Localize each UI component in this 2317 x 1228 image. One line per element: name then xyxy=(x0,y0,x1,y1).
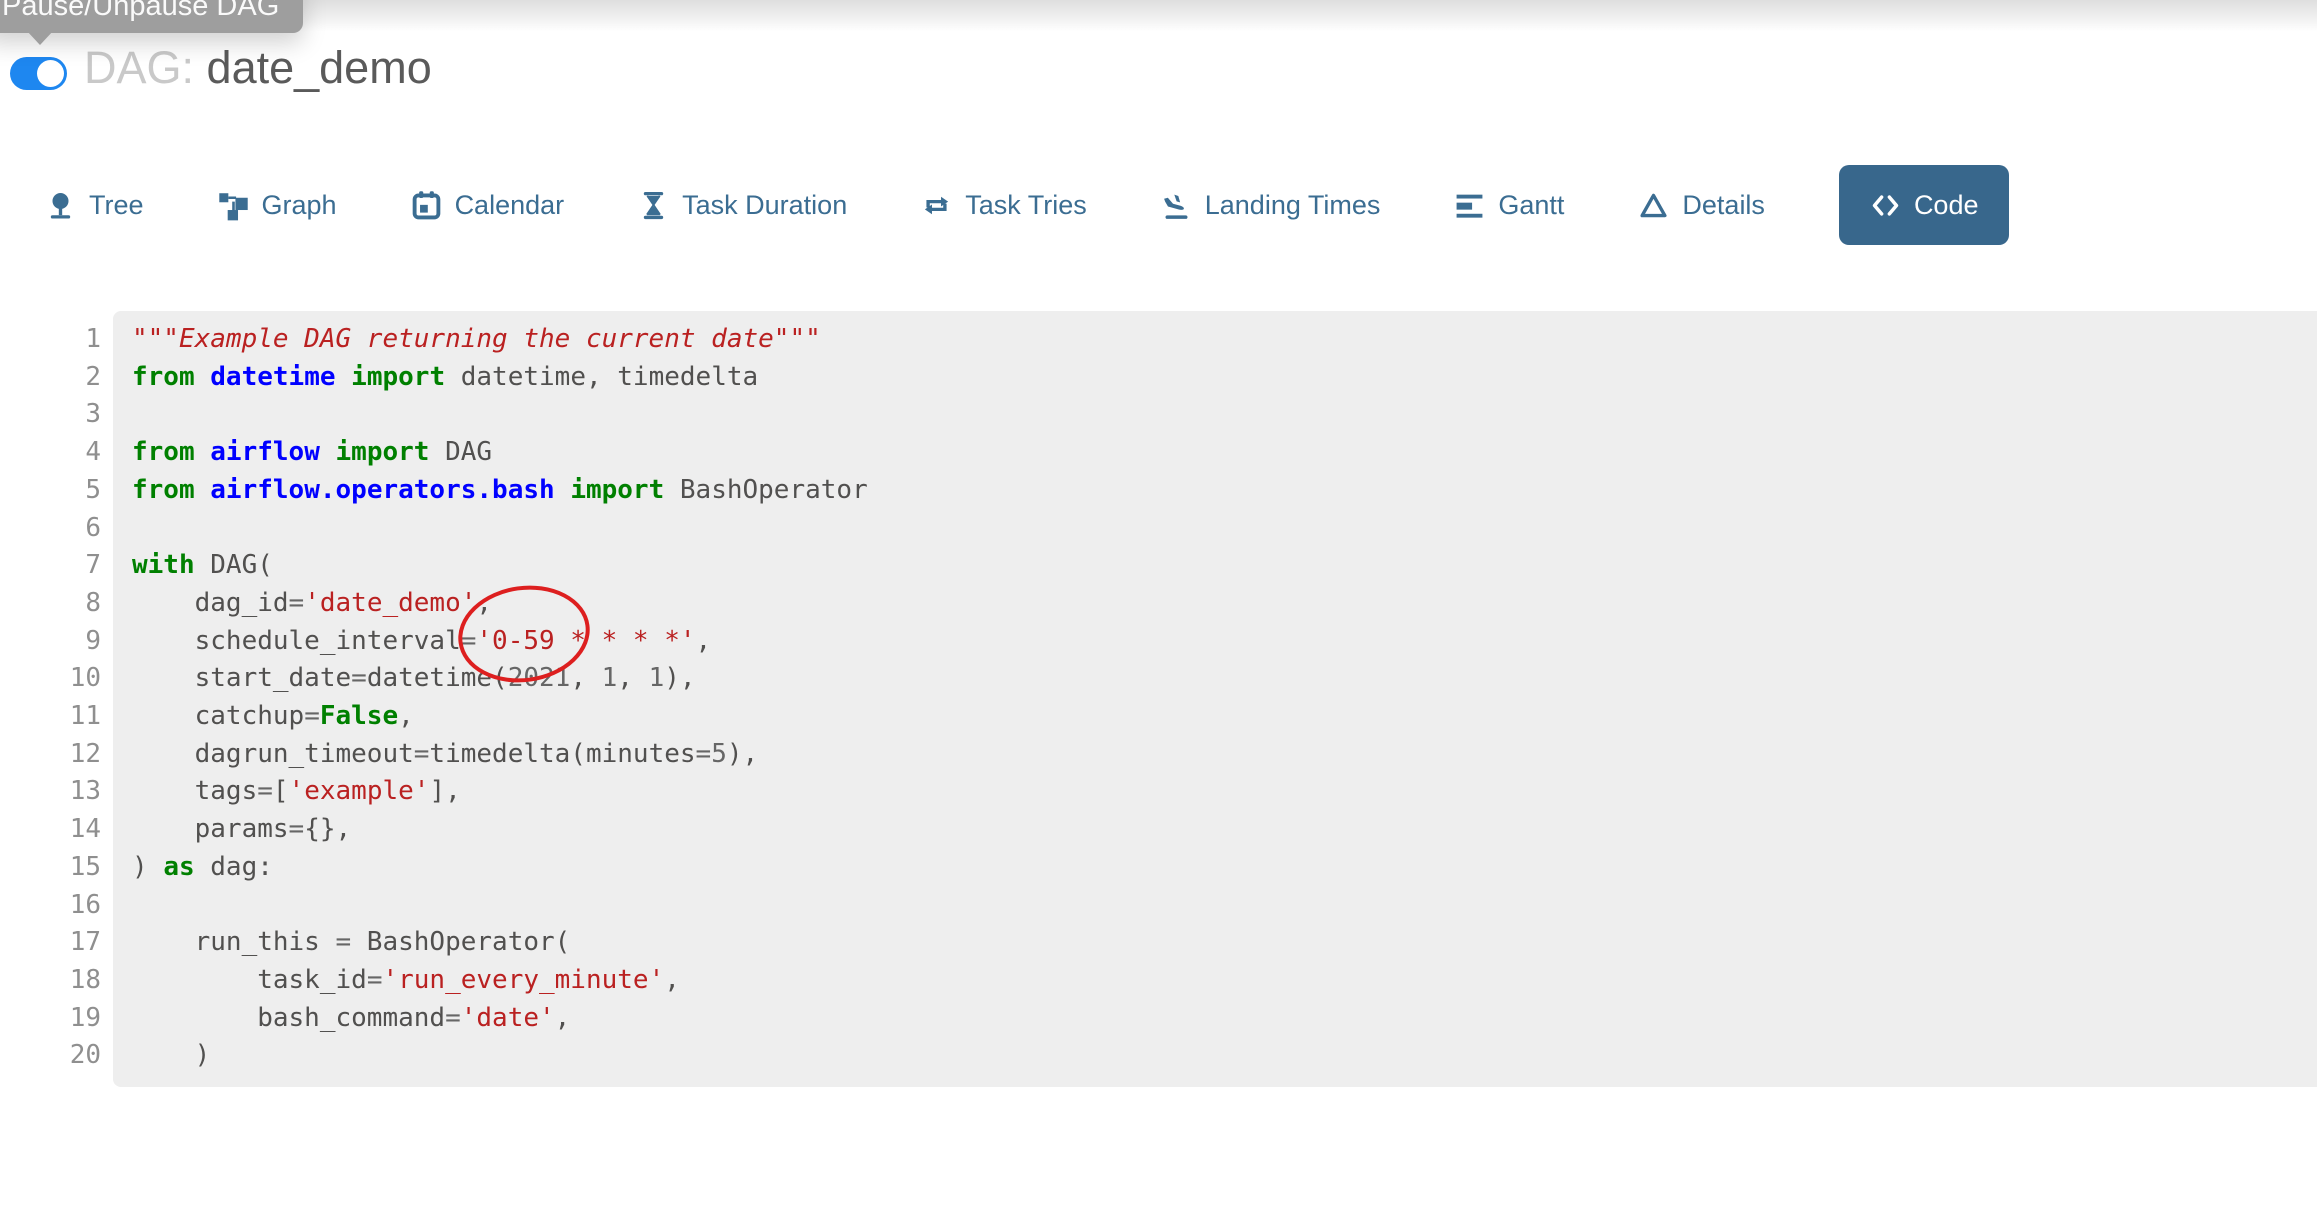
code-brackets-icon xyxy=(1870,190,1901,221)
line-number: 3 xyxy=(0,396,101,434)
tab-task-tries[interactable]: Task Tries xyxy=(921,190,1087,221)
line-number: 20 xyxy=(0,1037,101,1075)
line-number: 5 xyxy=(0,472,101,510)
tab-label: Code xyxy=(1914,190,1979,221)
tab-label: Details xyxy=(1682,190,1765,221)
toggle-knob-icon xyxy=(37,60,64,87)
calendar-icon xyxy=(411,190,442,221)
triangle-icon xyxy=(1638,190,1669,221)
code-line: from airflow import DAG xyxy=(132,434,2317,472)
tab-label: Task Duration xyxy=(682,190,847,221)
line-number: 11 xyxy=(0,698,101,736)
line-number: 14 xyxy=(0,811,101,849)
code-line xyxy=(132,510,2317,548)
code-line xyxy=(132,396,2317,434)
code-line: start_date=datetime(2021, 1, 1), xyxy=(132,660,2317,698)
code-line: dag_id='date_demo', xyxy=(132,585,2317,623)
code-line: catchup=False, xyxy=(132,698,2317,736)
dag-source-code: """Example DAG returning the current dat… xyxy=(113,311,2317,1087)
tab-graph[interactable]: Graph xyxy=(218,190,337,221)
tab-task-duration[interactable]: Task Duration xyxy=(638,190,847,221)
tab-label: Task Tries xyxy=(965,190,1087,221)
tab-gantt[interactable]: Gantt xyxy=(1454,190,1564,221)
line-number: 16 xyxy=(0,887,101,925)
pause-unpause-toggle[interactable] xyxy=(10,57,67,90)
line-number: 2 xyxy=(0,359,101,397)
line-number: 6 xyxy=(0,510,101,548)
line-number: 4 xyxy=(0,434,101,472)
tab-details[interactable]: Details xyxy=(1638,190,1765,221)
line-number: 10 xyxy=(0,660,101,698)
code-line: run_this = BashOperator( xyxy=(132,924,2317,962)
line-number: 12 xyxy=(0,736,101,774)
code-line: from datetime import datetime, timedelta xyxy=(132,359,2317,397)
code-line xyxy=(132,887,2317,925)
plane-landing-icon xyxy=(1161,190,1192,221)
tab-landing-times[interactable]: Landing Times xyxy=(1161,190,1381,221)
page-title: DAG: date_demo xyxy=(84,42,432,94)
graph-icon xyxy=(218,190,249,221)
line-number: 13 xyxy=(0,773,101,811)
hourglass-icon xyxy=(638,190,669,221)
tooltip-arrow xyxy=(26,30,54,45)
top-gradient xyxy=(0,0,2317,32)
code-line: schedule_interval='0-59 * * * *', xyxy=(132,623,2317,661)
line-number: 19 xyxy=(0,1000,101,1038)
line-numbers: 1234567891011121314151617181920 xyxy=(0,311,101,1087)
tab-code[interactable]: Code xyxy=(1839,165,2010,245)
line-number: 8 xyxy=(0,585,101,623)
line-number: 17 xyxy=(0,924,101,962)
line-number: 1 xyxy=(0,321,101,359)
dag-name: date_demo xyxy=(207,42,432,93)
code-line: ) xyxy=(132,1037,2317,1075)
code-viewer: 1234567891011121314151617181920 """Examp… xyxy=(0,311,2317,1087)
line-number: 15 xyxy=(0,849,101,887)
repeat-icon xyxy=(921,190,952,221)
code-line: dagrun_timeout=timedelta(minutes=5), xyxy=(132,736,2317,774)
tree-icon xyxy=(45,190,76,221)
code-line: bash_command='date', xyxy=(132,1000,2317,1038)
line-number: 7 xyxy=(0,547,101,585)
tab-label: Landing Times xyxy=(1205,190,1381,221)
tab-label: Graph xyxy=(262,190,337,221)
dag-view-tabs: Tree Graph Calendar Task Duration xyxy=(45,163,2009,247)
tab-label: Tree xyxy=(89,190,144,221)
gantt-bars-icon xyxy=(1454,190,1485,221)
tab-label: Gantt xyxy=(1498,190,1564,221)
code-line: """Example DAG returning the current dat… xyxy=(132,321,2317,359)
code-line: tags=['example'], xyxy=(132,773,2317,811)
code-line: params={}, xyxy=(132,811,2317,849)
tab-label: Calendar xyxy=(455,190,565,221)
dag-prefix-label: DAG: xyxy=(84,42,194,93)
code-line: from airflow.operators.bash import BashO… xyxy=(132,472,2317,510)
tab-tree[interactable]: Tree xyxy=(45,190,144,221)
pause-tooltip-text: Pause/Unpause DAG xyxy=(2,0,279,22)
pause-tooltip: Pause/Unpause DAG xyxy=(0,0,303,33)
code-line: ) as dag: xyxy=(132,849,2317,887)
code-line: with DAG( xyxy=(132,547,2317,585)
code-line: task_id='run_every_minute', xyxy=(132,962,2317,1000)
tab-calendar[interactable]: Calendar xyxy=(411,190,565,221)
line-number: 18 xyxy=(0,962,101,1000)
line-number: 9 xyxy=(0,623,101,661)
